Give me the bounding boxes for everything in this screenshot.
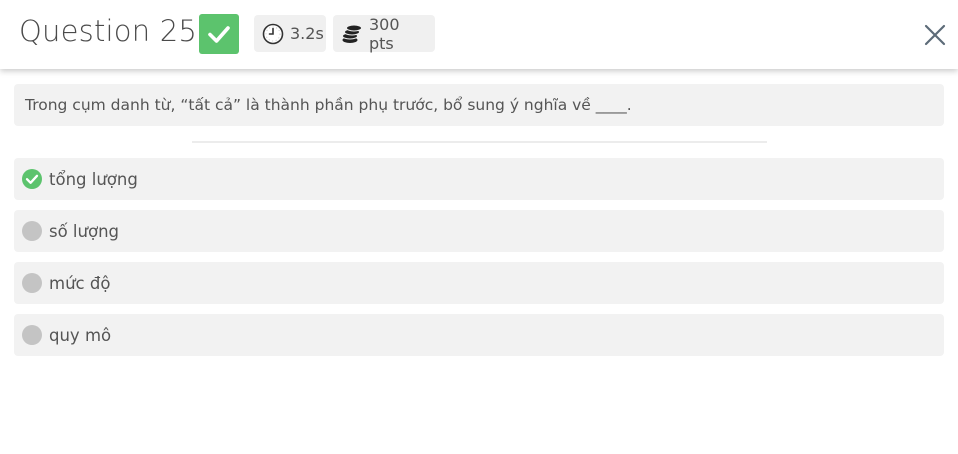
question-text-box: Trong cụm danh từ, “tất cả” là thành phầ…: [14, 84, 944, 126]
points-value: 300 pts: [369, 14, 400, 53]
time-taken-value: 3.2s: [290, 24, 324, 43]
option-1[interactable]: tổng lượng: [14, 158, 944, 200]
correct-check-icon: [22, 169, 42, 189]
option-label: quy mô: [49, 325, 112, 345]
close-icon: [924, 24, 946, 46]
clock-icon: [262, 23, 284, 45]
correct-status-badge: [199, 14, 239, 54]
divider: [192, 141, 767, 143]
option-label: tổng lượng: [49, 169, 138, 189]
radio-dot-icon: [22, 273, 42, 293]
option-3[interactable]: mức độ: [14, 262, 944, 304]
time-taken-pill: 3.2s: [254, 15, 326, 52]
option-4[interactable]: quy mô: [14, 314, 944, 356]
option-label: số lượng: [49, 221, 120, 241]
coins-icon: [341, 23, 363, 45]
question-title: Question 25: [19, 14, 198, 48]
check-icon: [208, 26, 230, 43]
points-pill: 300 pts: [333, 14, 435, 53]
radio-dot-icon: [22, 221, 42, 241]
question-header: Question 25 3.2s 300 pts: [0, 0, 958, 69]
option-label: mức độ: [49, 273, 111, 293]
question-text: Trong cụm danh từ, “tất cả” là thành phầ…: [25, 96, 632, 114]
close-button[interactable]: [920, 20, 950, 50]
radio-dot-icon: [22, 325, 42, 345]
option-2[interactable]: số lượng: [14, 210, 944, 252]
